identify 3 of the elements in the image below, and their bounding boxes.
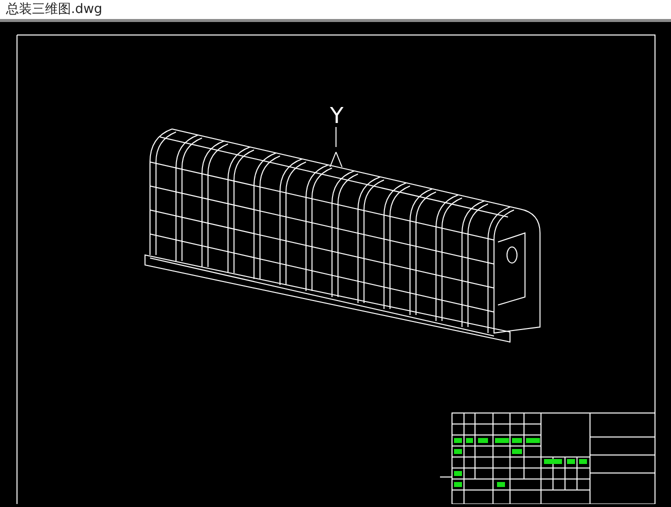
window-title: 总装三维图.dwg <box>6 0 102 19</box>
axis-label: Y <box>330 104 344 129</box>
axis-icon <box>330 126 342 168</box>
